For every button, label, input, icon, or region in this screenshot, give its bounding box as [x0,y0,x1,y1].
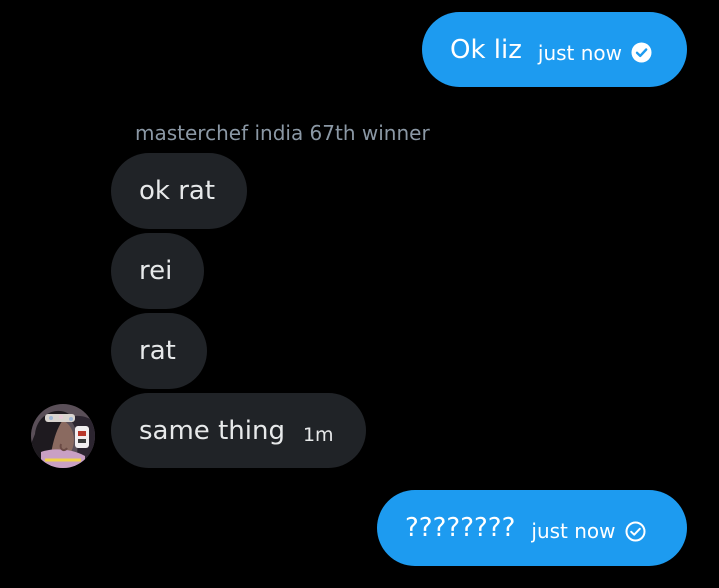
received-message-bubble[interactable]: same thing 1m [111,393,366,468]
sent-check-icon [625,521,646,542]
sent-message-bubble[interactable]: Ok liz just now [422,12,687,87]
avatar[interactable] [31,404,95,468]
received-message-bubble[interactable]: rei [111,233,204,309]
message-timestamp: 1m [302,424,334,446]
sent-message-bubble[interactable]: ???????? just now [377,490,687,566]
message-text: rat [139,336,176,366]
message-timestamp: just now [531,519,616,543]
read-check-icon [631,42,652,63]
sender-name: masterchef india 67th winner [135,121,430,145]
message-timestamp: just now [537,40,623,65]
message-text: same thing [139,415,285,446]
message-text: Ok liz [450,34,522,65]
received-message-bubble[interactable]: ok rat [111,153,247,229]
received-message-bubble[interactable]: rat [111,313,207,389]
message-text: rei [139,256,173,286]
message-text: ???????? [405,513,516,543]
message-text: ok rat [139,176,216,206]
